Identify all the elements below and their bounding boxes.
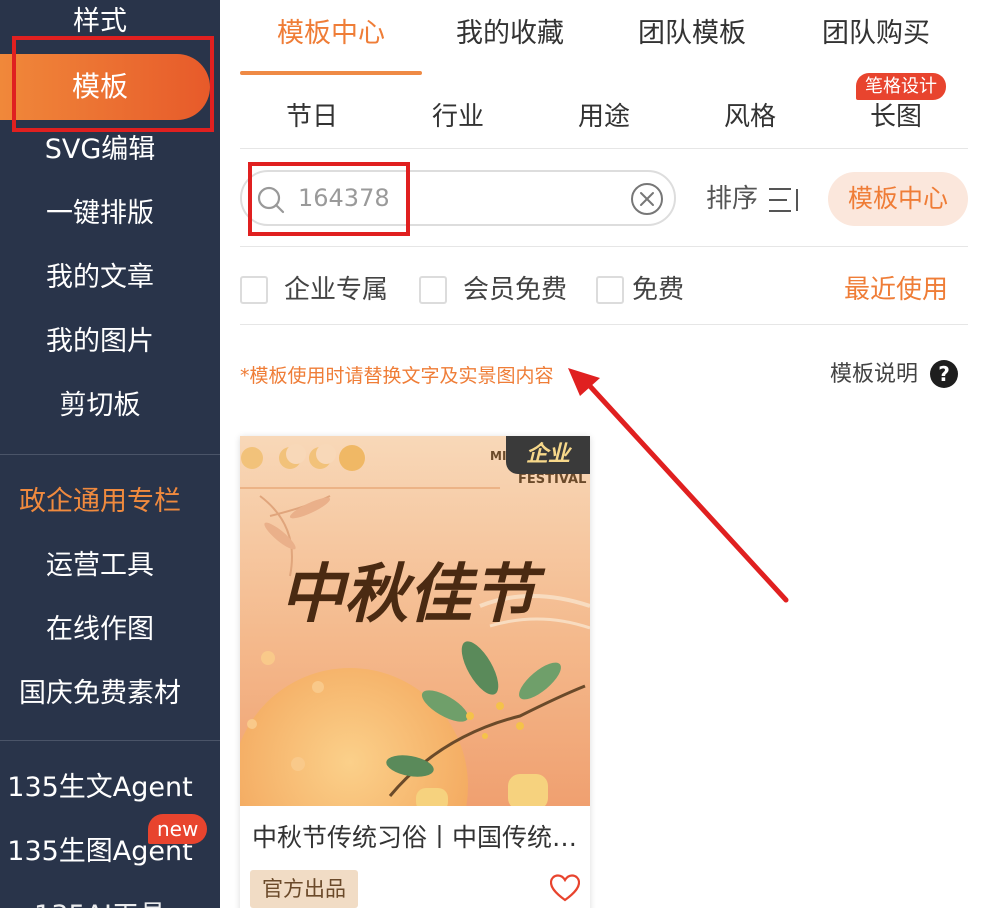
artwork-title: 中秋佳节 <box>280 557 546 632</box>
sidebar-item-text-agent[interactable]: 135生文Agent <box>0 768 200 808</box>
filter-label: 会员免费 <box>463 275 568 305</box>
template-title[interactable]: 中秋节传统习俗丨中国传统节日 <box>252 818 578 858</box>
sidebar-item-online-drawing[interactable]: 在线作图 <box>0 610 200 650</box>
sidebar-item-national-day-assets[interactable]: 国庆免费素材 <box>0 674 200 714</box>
sidebar-item-one-click-layout[interactable]: 一键排版 <box>0 194 200 234</box>
template-card[interactable]: MI FESTIVAL 中秋佳节 企业 中秋节传统习俗丨中国传统节日 官方出品 <box>240 436 590 908</box>
sidebar-item-svg-editor[interactable]: SVG编辑 <box>0 130 200 170</box>
template-center-button[interactable]: 模板中心 <box>828 172 968 226</box>
usage-notice: *模板使用时请替换文字及实景图内容 <box>240 365 554 387</box>
sidebar-divider <box>0 740 220 741</box>
category-usage[interactable]: 用途 <box>564 96 644 138</box>
sidebar-item-gov-column[interactable]: 政企通用专栏 <box>0 482 200 522</box>
checkbox[interactable] <box>419 276 447 304</box>
enterprise-badge: 企业 <box>506 436 590 474</box>
category-badge: 笔格设计 <box>856 73 946 100</box>
category-style[interactable]: 风格 <box>710 96 790 138</box>
new-badge: new <box>148 814 208 844</box>
heart-icon[interactable] <box>550 874 580 902</box>
main-panel: 模板中心 我的收藏 团队模板 团队购买 节日 行业 用途 风格 长图 笔格设计 … <box>220 0 982 908</box>
filter-label: 企业专属 <box>284 275 389 305</box>
filter-label: 免费 <box>632 275 685 305</box>
sort-icon[interactable] <box>767 186 801 214</box>
sort-label[interactable]: 排序 <box>706 178 758 220</box>
artwork-text-festival: FESTIVAL <box>518 472 586 487</box>
tab-my-favorites[interactable]: 我的收藏 <box>440 12 580 56</box>
divider <box>240 148 968 149</box>
tab-team-purchase[interactable]: 团队购买 <box>806 12 946 56</box>
template-help-link[interactable]: 模板说明 <box>830 358 918 392</box>
annotation-box-search <box>248 162 410 236</box>
divider <box>240 324 968 325</box>
artwork-text-mi: MI <box>490 449 506 463</box>
tab-template-center[interactable]: 模板中心 <box>240 12 422 56</box>
category-industry[interactable]: 行业 <box>418 96 498 138</box>
clear-icon[interactable] <box>630 182 664 216</box>
recent-used-link[interactable]: 最近使用 <box>844 270 948 310</box>
template-thumbnail[interactable]: MI FESTIVAL 中秋佳节 <box>240 436 590 806</box>
divider <box>240 246 968 247</box>
annotation-box-template <box>12 36 214 132</box>
sidebar-item-my-images[interactable]: 我的图片 <box>0 322 200 362</box>
question-icon[interactable]: ? <box>930 360 958 388</box>
sidebar: 样式 模板 SVG编辑 一键排版 我的文章 我的图片 剪切板 政企通用专栏 运营… <box>0 0 220 908</box>
active-tab-indicator <box>240 71 422 75</box>
sidebar-item-my-articles[interactable]: 我的文章 <box>0 258 200 298</box>
sidebar-item-clipboard[interactable]: 剪切板 <box>0 386 200 426</box>
sidebar-item-more[interactable]: 135AI工具 <box>0 896 200 908</box>
category-long-image[interactable]: 长图 <box>856 96 936 138</box>
sidebar-item-ops-tools[interactable]: 运营工具 <box>0 546 200 586</box>
category-festival[interactable]: 节日 <box>272 96 352 138</box>
checkbox[interactable] <box>596 276 624 304</box>
sidebar-divider <box>0 454 220 455</box>
tab-team-templates[interactable]: 团队模板 <box>622 12 762 56</box>
official-tag: 官方出品 <box>250 870 358 908</box>
checkbox[interactable] <box>240 276 268 304</box>
